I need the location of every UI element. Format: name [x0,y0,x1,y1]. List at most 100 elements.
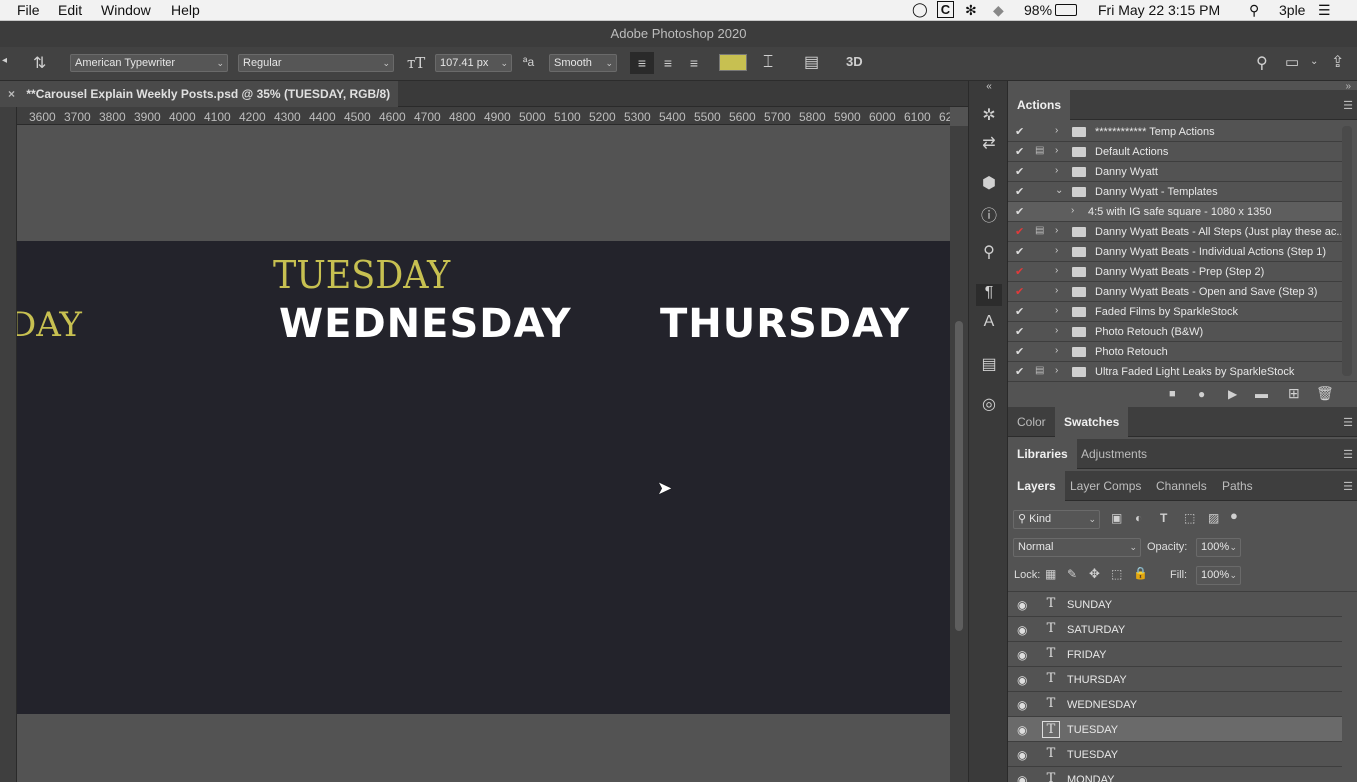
pixel-filter-icon[interactable]: ▣ [1111,511,1122,525]
tab-color[interactable]: Color [1008,407,1055,437]
eye-visibility-icon[interactable]: ◉ [1017,748,1027,762]
new-set-folder-icon[interactable]: ▬ [1255,386,1268,401]
notes-icon[interactable]: ▤ [969,354,1009,374]
action-row[interactable]: ✔ › Danny Wyatt Beats - Open and Save (Ste… [1008,282,1342,302]
lock-brush-icon[interactable]: ✎ [1067,567,1077,581]
align-center-icon[interactable]: ≡ [656,52,680,74]
scrollbar-thumb[interactable] [955,321,963,631]
align-right-icon[interactable]: ≡ [682,52,706,74]
chevron-right-icon[interactable]: › [1055,145,1058,156]
tool-preset-arrow-icon[interactable]: ◂ [2,55,7,66]
navigator-icon[interactable]: ◎ [969,394,1009,414]
toggle-check-icon[interactable]: ✔ [1015,345,1024,358]
dialog-toggle-empty[interactable] [1035,245,1047,257]
chevron-right-icon[interactable]: › [1055,365,1058,376]
actions-scrollbar[interactable] [1342,126,1352,376]
toggle-check-icon[interactable]: ✔ [1015,305,1024,318]
toggle-check-icon[interactable]: ✔ [1015,245,1024,258]
dialog-toggle-icon[interactable]: ▤ [1035,145,1047,157]
battery-icon[interactable] [1055,4,1077,16]
tab-paths[interactable]: Paths [1213,471,1262,501]
action-row[interactable]: ✔ ▤ › Danny Wyatt Beats - All Steps (Just p… [1008,222,1342,242]
3d-cube-icon[interactable]: ⬢ [969,173,1009,193]
wednesday-text[interactable]: WEDNESDAY [279,301,572,347]
fill-field[interactable]: 100% ⌄ [1196,566,1241,585]
action-row[interactable]: ✔ › Faded Films by SparkleStock [1008,302,1342,322]
dialog-toggle-empty[interactable] [1035,205,1047,217]
shape-filter-icon[interactable]: ⬚ [1184,511,1195,525]
c-app-icon[interactable]: C [937,1,954,18]
thursday-text[interactable]: THURSDAY [660,301,910,347]
action-row[interactable]: ✔ › ************ Temp Actions [1008,122,1342,142]
wifi-icon[interactable]: ◆ [993,2,1004,19]
paragraph-styles-icon[interactable]: ¶ [976,284,1002,306]
chevron-right-icon[interactable]: › [1055,325,1058,336]
panel-menu-icon[interactable]: ☰ [1343,416,1353,429]
collapse-arrows-icon[interactable]: « [981,81,997,92]
action-row[interactable]: ✔ › Photo Retouch (B&W) [1008,322,1342,342]
vertical-scrollbar[interactable] [950,126,968,782]
toggle-check-icon[interactable]: ✔ [1015,125,1024,138]
toggle-check-icon[interactable]: ✔ [1015,325,1024,338]
chevron-right-icon[interactable]: › [1055,265,1058,276]
canvas-area[interactable]: TUESDAY DAY WEDNESDAY THURSDAY ➤ [17,126,950,782]
dialog-toggle-empty[interactable] [1035,265,1047,277]
font-size-field[interactable]: 107.41 px ⌄ [435,54,512,72]
action-row[interactable]: ✔ › Photo Retouch [1008,342,1342,362]
toggle-check-icon[interactable]: ✔ [1015,225,1024,238]
eye-visibility-icon[interactable]: ◉ [1017,673,1027,687]
dialog-toggle-empty[interactable] [1035,125,1047,137]
font-family-select[interactable]: American Typewriter ⌄ [70,54,228,72]
brush-settings-icon[interactable]: ✲ [969,105,1009,125]
antialias-select[interactable]: Smooth ⌄ [549,54,617,72]
partial-day-text[interactable]: DAY [17,305,82,345]
tab-layers[interactable]: Layers [1008,471,1065,501]
chevron-down-icon[interactable]: ⌄ [1055,185,1063,196]
eye-visibility-icon[interactable]: ◉ [1017,623,1027,637]
warp-text-icon[interactable]: ⌶ [763,52,773,72]
play-icon[interactable]: ▶ [1228,387,1237,401]
3d-icon[interactable]: 3D [846,54,863,69]
dialog-toggle-empty[interactable] [1035,185,1047,197]
dialog-toggle-icon[interactable]: ▤ [1035,225,1047,237]
lock-position-icon[interactable]: ✥ [1089,566,1100,582]
align-left-icon[interactable]: ≡ [630,52,654,74]
chevron-right-icon[interactable]: › [1055,285,1058,296]
lock-transparent-icon[interactable]: ▦ [1045,567,1056,581]
action-row[interactable]: ✔ ▤ › Default Actions [1008,142,1342,162]
toggle-check-icon[interactable]: ✔ [1015,145,1024,158]
circle-status-icon[interactable]: ◯ [912,1,928,18]
tab-adjustments[interactable]: Adjustments [1072,439,1156,469]
chevron-right-icon[interactable]: › [1055,125,1058,136]
action-row[interactable]: ✔ ⌄ Danny Wyatt - Templates [1008,182,1342,202]
blend-mode-select[interactable]: Normal ⌄ [1013,538,1141,557]
action-row[interactable]: ✔ › 4:5 with IG safe square - 1080 x 1350 [1008,202,1342,222]
toggle-check-icon[interactable]: ✔ [1015,365,1024,378]
adjustment-filter-icon[interactable]: ◐ [1135,511,1142,525]
toggle-check-icon[interactable]: ✔ [1015,265,1024,278]
layer-row[interactable]: ◉ T TUESDAY [1008,717,1342,742]
dialog-toggle-icon[interactable]: ▤ [1035,365,1047,377]
layer-row[interactable]: ◉ T TUESDAY [1008,742,1342,767]
character-panel-icon[interactable]: ▤ [804,52,819,72]
chevron-right-icon[interactable]: › [1055,165,1058,176]
tab-actions[interactable]: Actions [1008,90,1071,120]
menubar-clock[interactable]: Fri May 22 3:15 PM [1098,2,1220,18]
record-icon[interactable]: ● [1198,387,1205,401]
chevron-right-icon[interactable]: › [1055,225,1058,236]
search-icon[interactable]: ⚲ [1256,53,1268,73]
artboard[interactable]: TUESDAY DAY WEDNESDAY THURSDAY [17,241,950,714]
action-row[interactable]: ✔ › Danny Wyatt Beats - Individual Actions… [1008,242,1342,262]
menu-window[interactable]: Window [101,2,151,18]
layer-row[interactable]: ◉ T FRIDAY [1008,642,1342,667]
dialog-toggle-empty[interactable] [1035,325,1047,337]
action-row[interactable]: ✔ › Danny Wyatt Beats - Prep (Step 2) [1008,262,1342,282]
stop-icon[interactable]: ■ [1169,388,1176,400]
share-icon[interactable]: ⇪ [1331,52,1344,72]
toggle-check-icon[interactable]: ✔ [1015,205,1024,218]
workspace-icon[interactable]: ▭ [1285,53,1299,71]
close-icon[interactable]: × [8,87,15,101]
tab-layer-comps[interactable]: Layer Comps [1061,471,1150,501]
toggle-check-icon[interactable]: ✔ [1015,165,1024,178]
document-tab[interactable]: × **Carousel Explain Weekly Posts.psd @ … [0,81,398,127]
